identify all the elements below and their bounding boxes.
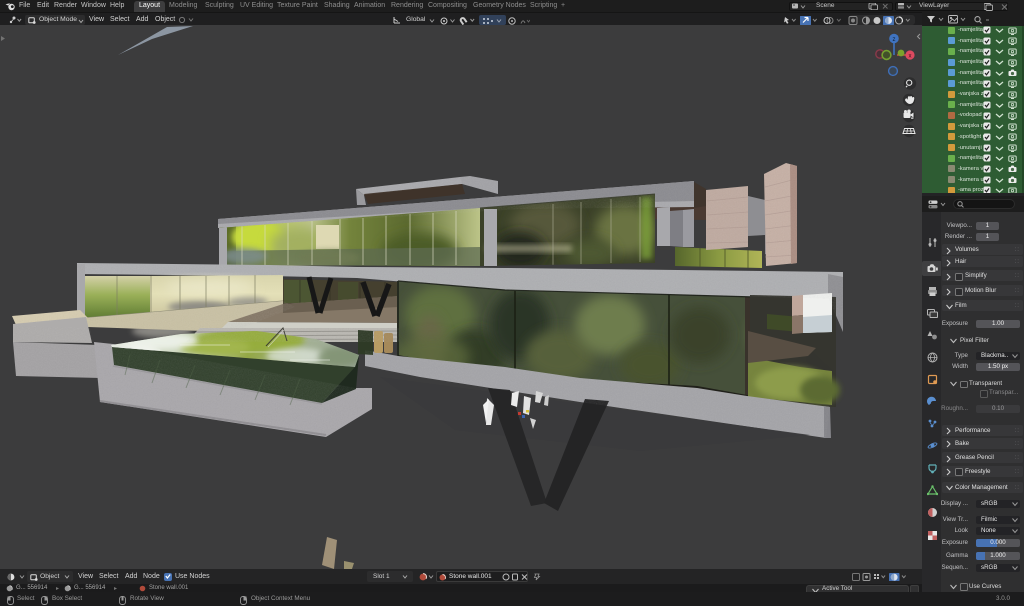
- svg-text:x: x: [909, 54, 912, 60]
- svg-text:z: z: [893, 37, 896, 43]
